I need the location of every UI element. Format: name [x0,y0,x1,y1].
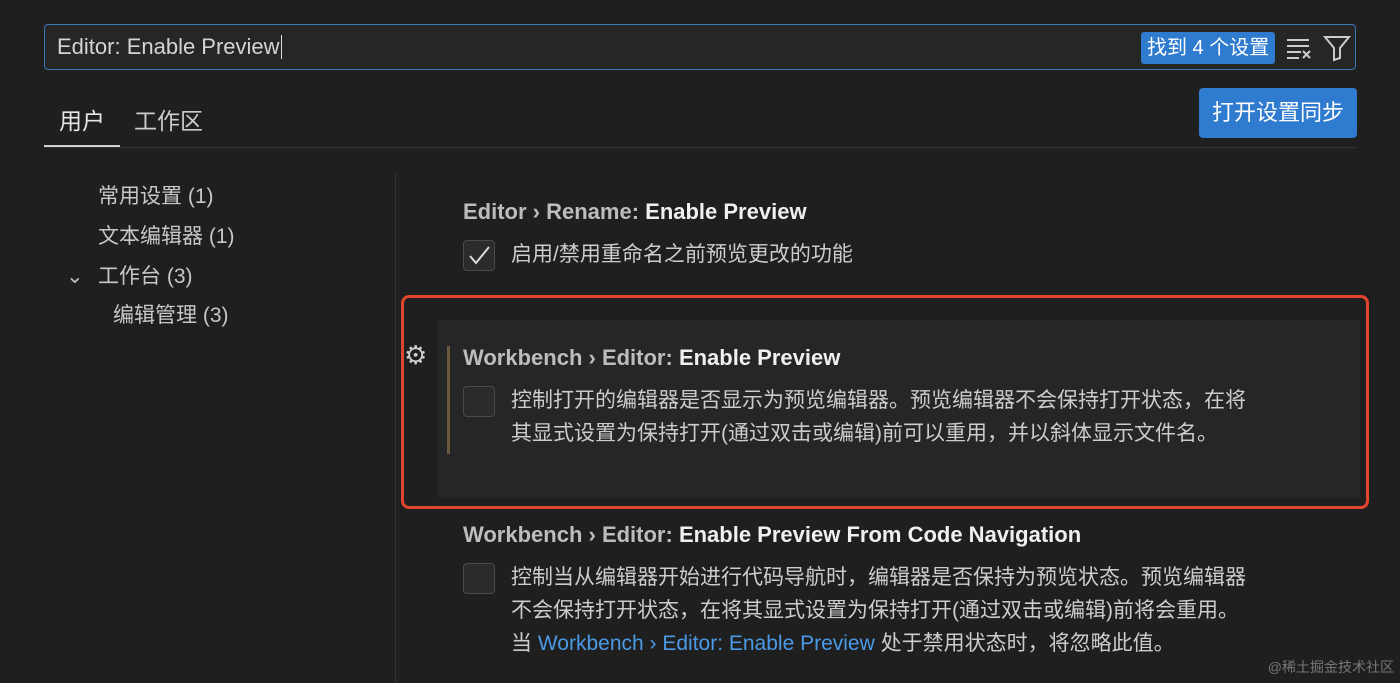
search-text[interactable]: Editor: Enable Preview [57,35,282,59]
setting-checkbox[interactable] [463,240,495,271]
pane-divider [395,172,396,683]
filter-icon[interactable] [1323,34,1351,62]
tab-user[interactable]: 用户 [44,102,120,147]
setting-title: Editor › Rename: Enable Preview [463,199,807,224]
setting-description: 控制当从编辑器开始进行代码导航时，编辑器是否保持为预览状态。预览编辑器 不会保持打… [511,566,1246,655]
setting-title: Workbench › Editor: Enable Preview From … [463,522,1082,547]
gear-icon[interactable]: ⚙ [404,340,427,371]
setting-description: 启用/禁用重命名之前预览更改的功能 [511,243,853,266]
tree-item-workbench[interactable]: ⌄ 工作台 (3) [66,260,193,290]
tree-item-label: 工作台 (3) [98,265,193,288]
search-input[interactable]: Editor: Enable Preview 找到 4 个设置 [44,24,1356,70]
modified-indicator [447,346,450,454]
check-icon [469,246,490,265]
setting-checkbox[interactable] [463,563,495,594]
chevron-down-icon: ⌄ [66,265,84,288]
tab-workspace[interactable]: 工作区 [134,102,203,136]
watermark: @稀土掘金技术社区 [1267,659,1394,675]
setting-title: Workbench › Editor: Enable Preview [463,345,841,370]
open-settings-sync-button[interactable]: 打开设置同步 [1199,88,1357,138]
tree-item-common[interactable]: 常用设置 (1) [98,180,214,210]
tree-item-text-editor[interactable]: 文本编辑器 (1) [98,220,235,250]
header-divider [44,147,1356,148]
setting-description: 控制打开的编辑器是否显示为预览编辑器。预览编辑器不会保持打开状态，在将 其显式设置… [511,389,1246,445]
clear-filter-icon[interactable] [1285,35,1313,61]
result-count-badge: 找到 4 个设置 [1141,32,1276,64]
setting-checkbox[interactable] [463,386,495,417]
tree-item-editor-management[interactable]: 编辑管理 (3) [113,299,229,329]
setting-link[interactable]: Workbench › Editor: Enable Preview [538,632,875,655]
